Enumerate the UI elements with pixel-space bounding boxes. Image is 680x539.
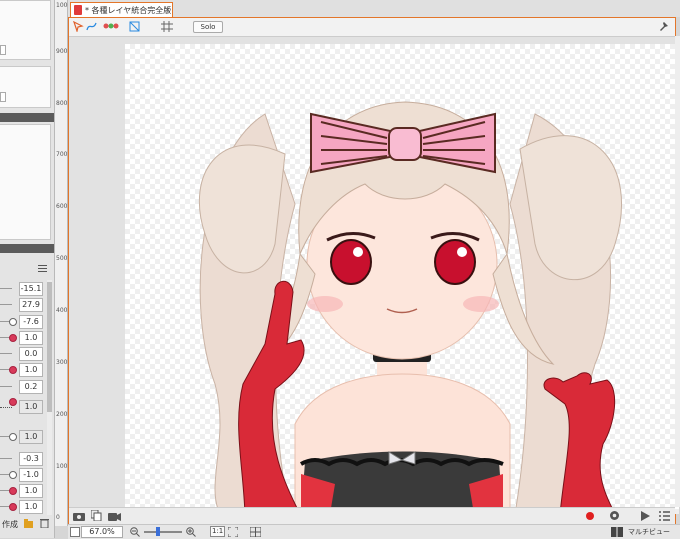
slider-knob[interactable] <box>9 334 17 342</box>
multiview-label[interactable]: マルチビュー <box>628 527 670 537</box>
parameter-value[interactable]: 0.2 <box>19 380 43 394</box>
zoom-slider-track[interactable] <box>144 531 182 533</box>
zoom-unit: % <box>107 527 115 536</box>
parameter-row[interactable]: 1.0 <box>0 499 54 515</box>
zoom-out-icon[interactable] <box>130 527 140 537</box>
parameter-value[interactable]: -7.6 <box>19 315 43 329</box>
panel-header-bar <box>0 113 54 122</box>
trash-icon[interactable] <box>40 518 49 528</box>
status-bar: 67.0% 1:1 マルチビュー <box>68 524 680 539</box>
panel-section-list <box>0 124 51 240</box>
ruler-label: 900 <box>56 48 68 55</box>
slider-knob[interactable] <box>9 487 17 495</box>
left-panel: -15.1 27.9 -7.6 1.0 0.0 1.0 0.2 1.0 1.0 … <box>0 0 55 538</box>
document-tab[interactable]: * 各種レイヤ統合完全版 × <box>70 2 173 18</box>
slider-knob[interactable] <box>9 398 17 406</box>
parameter-value[interactable]: -15.1 <box>19 282 43 296</box>
slider-knob[interactable] <box>9 366 17 374</box>
tab-close-icon[interactable]: × <box>164 5 171 14</box>
zoom-in-icon[interactable] <box>186 527 196 537</box>
arrow-select-icon[interactable] <box>73 21 84 32</box>
list-view-icon[interactable] <box>659 511 670 521</box>
create-button[interactable]: 作成 <box>2 519 18 530</box>
view-bottom-toolbar <box>69 507 675 524</box>
slider-knob[interactable] <box>9 318 17 326</box>
vertical-ruler: 1000 900 800 700 600 500 400 300 200 100… <box>55 0 71 526</box>
slider-knob[interactable] <box>9 433 17 441</box>
panel-bottom-bar: 作成 <box>0 517 54 531</box>
parameter-row[interactable]: -15.1 <box>0 281 54 297</box>
parameter-value[interactable]: -0.3 <box>19 452 43 466</box>
ruler-label: 500 <box>56 255 68 262</box>
pin-icon[interactable] <box>658 21 669 32</box>
panel-field-2[interactable] <box>0 92 6 102</box>
document-view: Solo <box>68 17 680 524</box>
zoom-input[interactable]: 67.0% <box>81 526 123 538</box>
actual-size-button[interactable]: 1:1 <box>210 526 226 537</box>
panel-header-bar-2 <box>0 244 54 253</box>
parameter-value[interactable]: 1.0 <box>19 430 43 444</box>
parameter-row[interactable]: -7.6 <box>0 314 54 330</box>
panel-section-top <box>0 0 51 60</box>
tab-title: * 各種レイヤ統合完全版 <box>85 6 172 15</box>
folder-icon[interactable] <box>24 519 33 528</box>
parameter-value[interactable]: 1.0 <box>19 400 43 414</box>
parameter-row[interactable]: 1.0 <box>0 429 54 445</box>
ruler-label: 600 <box>56 203 68 210</box>
ruler-label: 800 <box>56 100 68 107</box>
parameter-row[interactable]: 0.2 <box>0 379 54 395</box>
deform-path-icon[interactable] <box>86 21 97 32</box>
copy-image-icon[interactable] <box>91 510 102 521</box>
fit-window-icon[interactable] <box>250 527 261 537</box>
ruler-label: 100 <box>56 463 68 470</box>
parameter-value[interactable]: 1.0 <box>19 331 43 345</box>
status-toggle-box[interactable] <box>70 527 80 537</box>
gear-icon[interactable] <box>609 510 620 521</box>
multiview-icon[interactable] <box>611 527 623 537</box>
parameter-value[interactable]: -1.0 <box>19 468 43 482</box>
parameter-row[interactable]: 1.0 <box>0 483 54 499</box>
model-file-icon <box>74 5 82 15</box>
hamburger-menu-icon[interactable] <box>38 265 47 272</box>
ruler-label: 200 <box>56 411 68 418</box>
ruler-label: 400 <box>56 307 68 314</box>
panel-field-1[interactable] <box>0 45 6 55</box>
camera-icon[interactable] <box>73 511 85 521</box>
ruler-label: 300 <box>56 359 68 366</box>
ruler-label: 0 <box>56 514 60 521</box>
play-icon[interactable] <box>641 511 650 521</box>
document-tab-bar: * 各種レイヤ統合完全版 × <box>68 0 680 18</box>
parameter-row[interactable]: -0.3 <box>0 451 54 467</box>
parameter-scrollbar[interactable] <box>47 280 52 515</box>
slider-knob[interactable] <box>9 503 17 511</box>
parameter-row[interactable]: 1.0 <box>0 362 54 378</box>
parameter-value[interactable]: 1.0 <box>19 484 43 498</box>
video-capture-icon[interactable] <box>108 511 121 521</box>
panel-section-mid <box>0 66 51 108</box>
parameter-row[interactable]: 27.9 <box>0 297 54 313</box>
parameter-value[interactable]: 27.9 <box>19 298 43 312</box>
solo-toggle-button[interactable]: Solo <box>193 21 223 33</box>
parameter-row[interactable]: 0.0 <box>0 346 54 362</box>
fit-screen-icon[interactable] <box>228 527 238 537</box>
color-group-icon[interactable] <box>103 21 119 32</box>
record-button-icon[interactable] <box>585 511 595 521</box>
zoom-slider-handle[interactable] <box>156 527 160 536</box>
parameter-row[interactable]: 1.0 <box>0 330 54 346</box>
grid-icon[interactable] <box>161 21 173 32</box>
ruler-label: 700 <box>56 151 68 158</box>
slider-knob[interactable] <box>9 471 17 479</box>
mesh-edit-icon[interactable] <box>129 21 140 32</box>
parameter-row[interactable]: -1.0 <box>0 467 54 483</box>
parameter-row[interactable]: 1.0 <box>0 398 54 415</box>
parameter-value[interactable]: 1.0 <box>19 363 43 377</box>
model-canvas[interactable] <box>125 44 679 514</box>
zoom-value: 67.0 <box>89 527 108 536</box>
view-toolbar: Solo <box>69 18 675 37</box>
parameter-value[interactable]: 1.0 <box>19 500 43 514</box>
parameter-value[interactable]: 0.0 <box>19 347 43 361</box>
character-artwork <box>198 101 623 514</box>
vertical-scrollbar[interactable] <box>675 36 680 507</box>
